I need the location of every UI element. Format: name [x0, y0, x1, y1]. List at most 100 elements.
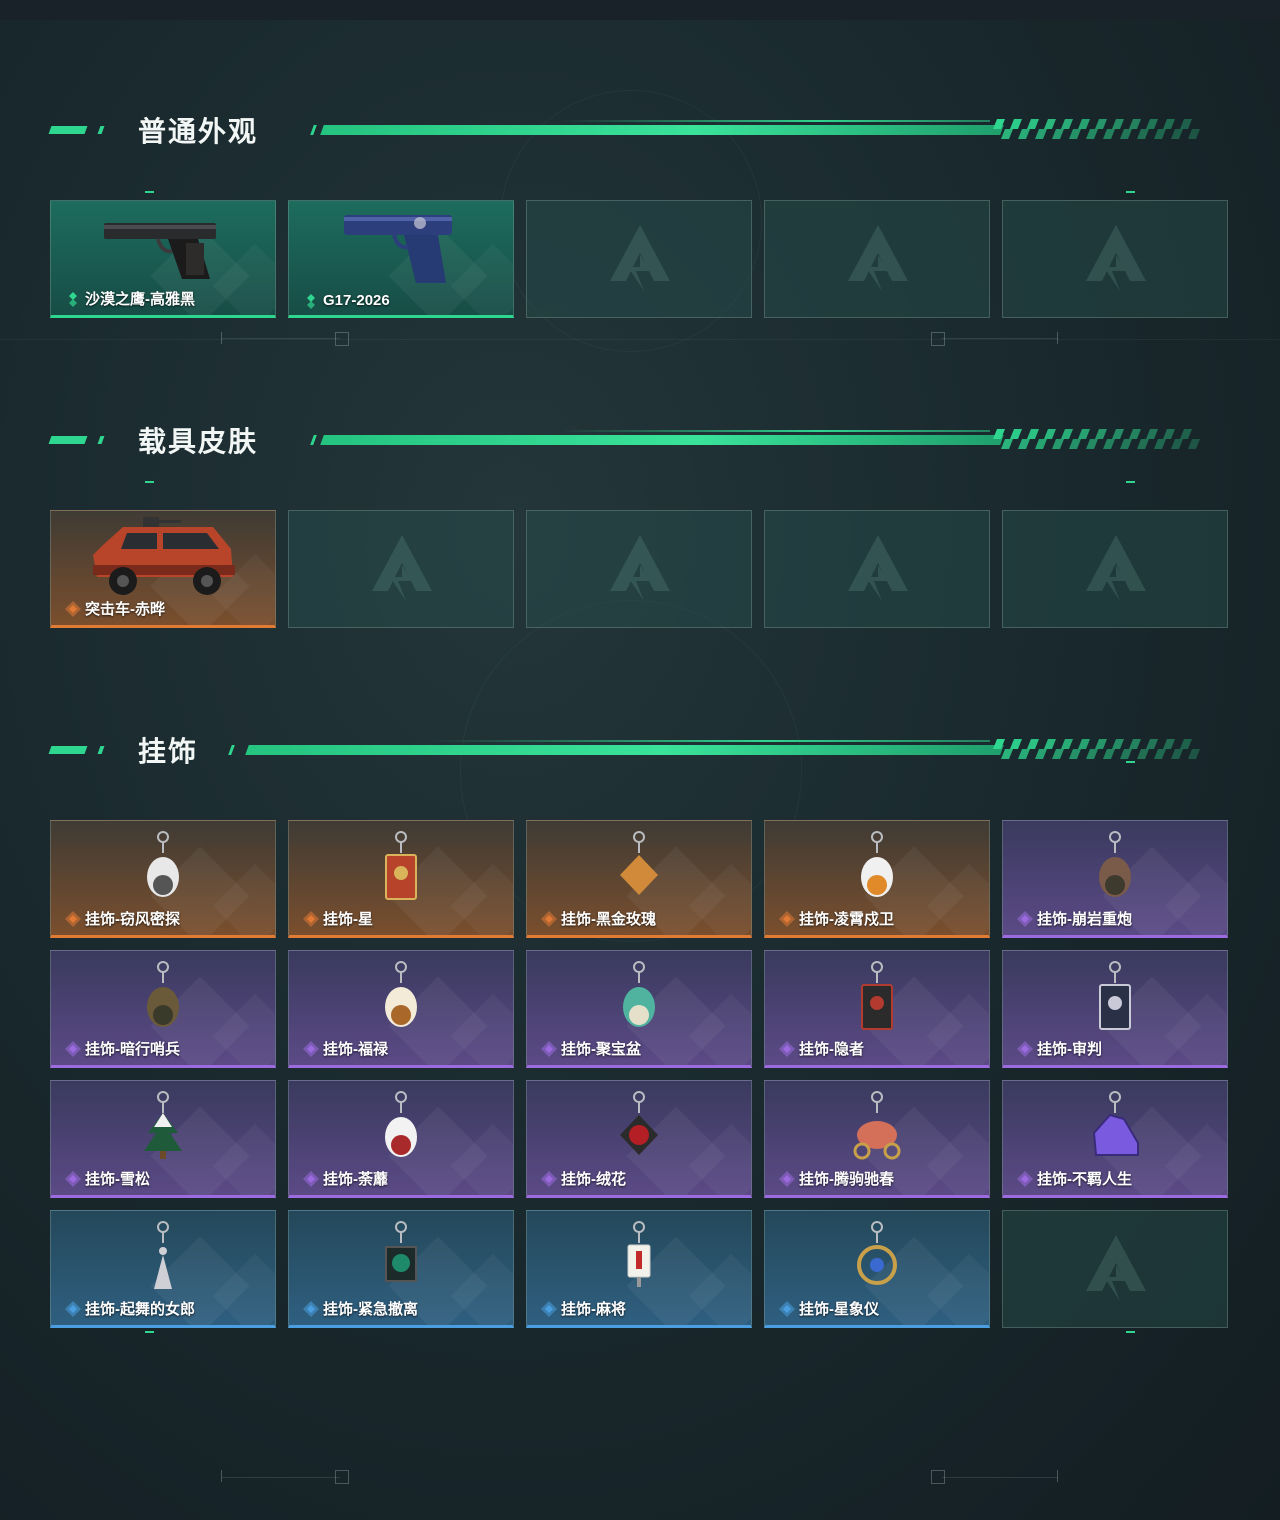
item-card[interactable]: 挂饰-暗行哨兵: [50, 950, 276, 1068]
item-card[interactable]: 挂饰-绒花: [526, 1080, 752, 1198]
item-card[interactable]: 挂饰-星: [288, 820, 514, 938]
item-name: 突击车-赤晔: [85, 601, 165, 618]
item-name: G17-2026: [323, 292, 390, 309]
bg-ruler-mark: [1057, 1470, 1058, 1482]
sentinel-charm-icon: [147, 961, 179, 1027]
item-card[interactable]: 挂饰-审判: [1002, 950, 1228, 1068]
section-title: 普通外观: [138, 116, 259, 147]
item-card[interactable]: G17-2026: [288, 200, 514, 318]
header-dash: [97, 436, 105, 444]
item-label: 挂饰-崩岩重炮: [1017, 908, 1132, 929]
item-card[interactable]: 挂饰-崩岩重炮: [1002, 820, 1228, 938]
item-label: 挂饰-荼蘼: [303, 1168, 388, 1189]
header-slash: [310, 435, 317, 445]
item-card[interactable]: 挂饰-雪松: [50, 1080, 276, 1198]
rarity-purple-icon: [65, 1040, 81, 1057]
header-dash: [48, 746, 88, 754]
guardian-charm-icon: [861, 831, 893, 897]
item-card[interactable]: 挂饰-不羁人生: [1002, 1080, 1228, 1198]
item-name: 挂饰-窃风密探: [85, 911, 180, 928]
item-label: 挂饰-黑金玫瑰: [541, 908, 656, 929]
item-name: 挂饰-不羁人生: [1037, 1171, 1132, 1188]
item-label: 挂饰-腾驹驰春: [779, 1168, 894, 1189]
item-name: 挂饰-起舞的女郎: [85, 1301, 195, 1318]
header-dash: [48, 436, 88, 444]
rarity-purple-icon: [1017, 1170, 1033, 1187]
bg-ruler-line: [222, 1477, 340, 1478]
carriage-charm-icon: [853, 1091, 901, 1160]
item-card[interactable]: 挂饰-凌霄戍卫: [764, 820, 990, 938]
item-label: 突击车-赤晔: [65, 598, 165, 619]
item-label: 挂饰-不羁人生: [1017, 1168, 1132, 1189]
header-bar: [320, 125, 1004, 135]
empty-slot-card: [1002, 200, 1228, 318]
item-card[interactable]: 挂饰-荼蘼: [288, 1080, 514, 1198]
rarity-purple-icon: [541, 1170, 557, 1187]
placeholder-logo-icon: [610, 225, 670, 291]
header-dash: [97, 126, 105, 134]
empty-slot-card: [288, 510, 514, 628]
item-label: 挂饰-星象仪: [779, 1298, 879, 1319]
dancer-charm-icon: [154, 1221, 172, 1289]
placeholder-logo-icon: [1086, 535, 1146, 601]
corner-dash: [1126, 1331, 1135, 1333]
empty-slot-card: [1002, 510, 1228, 628]
star-card-charm-icon: [385, 831, 417, 900]
item-card[interactable]: 挂饰-隐者: [764, 950, 990, 1068]
corner-dash: [145, 481, 154, 483]
item-card[interactable]: 挂饰-紧急撤离: [288, 1210, 514, 1328]
desert-eagle-pistol-icon: [104, 223, 216, 279]
item-name: 挂饰-绒花: [561, 1171, 626, 1188]
item-card[interactable]: 挂饰-星象仪: [764, 1210, 990, 1328]
header-bar-thin: [560, 430, 990, 432]
rarity-blue-icon: [303, 1300, 319, 1317]
rarity-orange-icon: [779, 910, 795, 927]
sneaker-charm-icon: [1092, 1091, 1139, 1156]
item-card[interactable]: 挂饰-麻将: [526, 1210, 752, 1328]
assault-vehicle-icon: [93, 517, 235, 595]
corner-dash: [1126, 761, 1135, 763]
empty-slot-card: [764, 510, 990, 628]
item-label: G17-2026: [303, 292, 390, 309]
item-card[interactable]: 沙漠之鹰-高雅黑: [50, 200, 276, 318]
header-checker-pattern: [993, 739, 1200, 759]
item-name: 挂饰-星: [323, 911, 373, 928]
item-card[interactable]: 挂饰-腾驹驰春: [764, 1080, 990, 1198]
bg-ruler-box: [931, 1470, 945, 1484]
astrolabe-charm-icon: [857, 1221, 897, 1285]
item-card[interactable]: 突击车-赤晔: [50, 510, 276, 628]
item-card[interactable]: 挂饰-聚宝盆: [526, 950, 752, 1068]
placeholder-logo-icon: [1086, 1235, 1146, 1301]
item-name: 沙漠之鹰-高雅黑: [85, 291, 195, 308]
rarity-purple-icon: [1017, 910, 1033, 927]
rarity-orange-icon: [541, 910, 557, 927]
empty-slot-card: [526, 200, 752, 318]
item-label: 挂饰-起舞的女郎: [65, 1298, 195, 1319]
item-name: 挂饰-福禄: [323, 1041, 388, 1058]
empty-slot-card: [1002, 1210, 1228, 1328]
g17-pistol-icon: [344, 215, 452, 283]
corner-dash: [1126, 481, 1135, 483]
item-card[interactable]: 挂饰-起舞的女郎: [50, 1210, 276, 1328]
rarity-purple-icon: [779, 1170, 795, 1187]
item-card[interactable]: 挂饰-福禄: [288, 950, 514, 1068]
item-name: 挂饰-星象仪: [799, 1301, 879, 1318]
snow-pine-charm-icon: [144, 1091, 182, 1159]
header-slash: [228, 745, 235, 755]
section-header-vehicle: 载具皮肤: [0, 418, 1280, 458]
item-name: 挂饰-聚宝盆: [561, 1041, 641, 1058]
rarity-teal-icon: [69, 291, 77, 307]
judgement-card-charm-icon: [1099, 961, 1131, 1030]
item-name: 挂饰-麻将: [561, 1301, 626, 1318]
rarity-orange-icon: [303, 910, 319, 927]
item-label: 挂饰-雪松: [65, 1168, 150, 1189]
header-checker-pattern: [993, 429, 1200, 449]
gourd-charm-icon: [385, 961, 417, 1027]
item-card[interactable]: 挂饰-窃风密探: [50, 820, 276, 938]
item-card[interactable]: 挂饰-黑金玫瑰: [526, 820, 752, 938]
bg-ruler-box: [931, 332, 945, 346]
empty-slot-card: [764, 200, 990, 318]
rarity-purple-icon: [779, 1040, 795, 1057]
item-label: 挂饰-聚宝盆: [541, 1038, 641, 1059]
item-name: 挂饰-暗行哨兵: [85, 1041, 180, 1058]
